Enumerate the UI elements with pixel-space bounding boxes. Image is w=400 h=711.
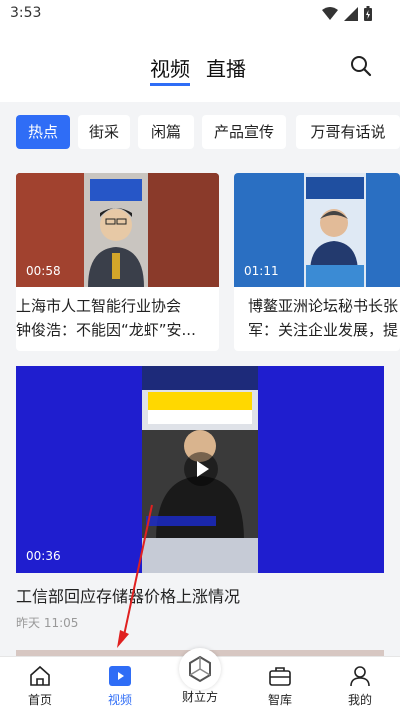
tab-label-home: 首页: [27, 693, 52, 707]
tab-label-think-tank: 智库: [267, 693, 292, 707]
video-title-line1: 上海市人工智能行业协会: [16, 297, 182, 315]
tab-item-think-tank[interactable]: 智库: [240, 657, 320, 711]
wifi-icon: [322, 6, 338, 20]
category-chip-wange[interactable]: 万哥有话说: [296, 115, 400, 149]
video-duration: 00:58: [26, 264, 61, 278]
video-thumbnail: 01:11: [234, 173, 400, 287]
video-title-line2: 钟俊浩：不能因“龙虾”安...: [16, 321, 196, 339]
video-duration: 01:11: [244, 264, 279, 278]
tab-video[interactable]: 视频: [150, 53, 190, 86]
status-time: 3:53: [10, 5, 42, 21]
header: 视频 直播: [0, 30, 400, 102]
tab-item-profile[interactable]: 我的: [320, 657, 400, 711]
battery-icon: [364, 6, 372, 21]
video-duration: 00:36: [26, 549, 61, 563]
status-bar: 3:53: [0, 0, 400, 30]
signal-icon: [344, 6, 358, 21]
video-card[interactable]: 00:58 上海市人工智能行业协会 钟俊浩：不能因“龙虾”安...: [16, 173, 219, 351]
category-chip-casual[interactable]: 闲篇: [138, 115, 194, 149]
tab-item-home[interactable]: 首页: [0, 657, 80, 711]
featured-video-title[interactable]: 工信部回应存储器价格上涨情况: [16, 583, 240, 607]
category-chip-street[interactable]: 街采: [78, 115, 130, 149]
tab-item-video[interactable]: 视频: [80, 657, 160, 711]
video-title-line2: 军：关注企业发展，提: [248, 321, 399, 339]
video-thumbnail: 00:58: [16, 173, 219, 287]
tab-label-video: 视频: [107, 693, 132, 707]
status-icons: [322, 6, 372, 21]
user-icon: [350, 666, 370, 687]
tab-live[interactable]: 直播: [206, 53, 246, 82]
tab-label-cailifang: 财立方: [181, 690, 218, 704]
cailifang-logo[interactable]: [179, 648, 221, 690]
category-chip-hot[interactable]: 热点: [16, 115, 70, 149]
search-icon[interactable]: [350, 55, 372, 77]
tab-label-profile: 我的: [347, 693, 372, 707]
video-icon: [109, 666, 131, 686]
category-chip-product[interactable]: 产品宣传: [202, 115, 286, 149]
cube-logo-icon: [189, 655, 211, 683]
video-card[interactable]: 01:11 博鳌亚洲论坛秘书长张 军：关注企业发展，提: [234, 173, 400, 351]
category-bar: 热点 街采 闲篇 产品宣传 万哥有话说: [0, 110, 400, 154]
play-icon[interactable]: [183, 451, 219, 487]
video-title-line1: 博鳌亚洲论坛秘书长张: [248, 297, 399, 315]
featured-video-time: 昨天 11:05: [16, 616, 79, 630]
featured-video-thumbnail: 00:36: [16, 366, 384, 573]
briefcase-icon: [269, 667, 291, 686]
home-icon: [30, 665, 50, 686]
